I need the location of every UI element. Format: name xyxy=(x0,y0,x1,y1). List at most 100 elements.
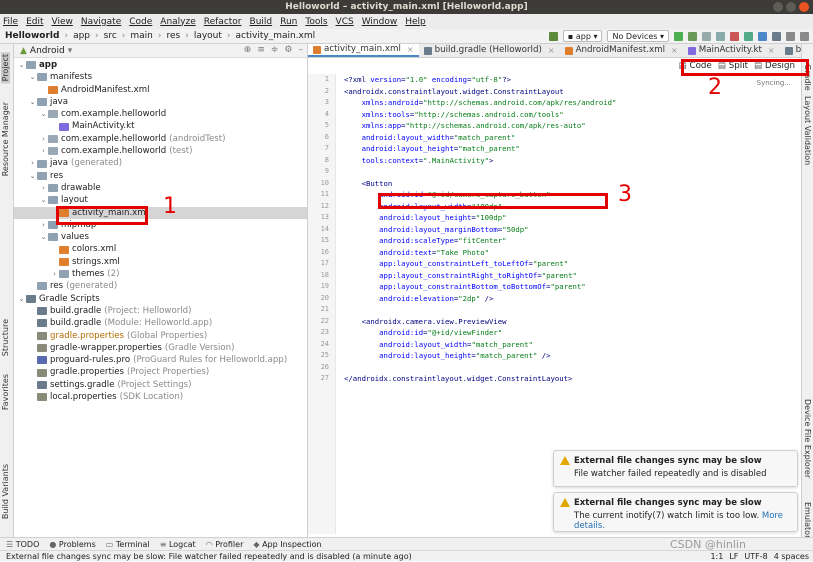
menu-item-view[interactable]: View xyxy=(52,17,73,27)
close-icon[interactable]: × xyxy=(548,44,555,57)
chevron-down-icon[interactable]: ⌄ xyxy=(28,71,37,83)
breadcrumb-item[interactable]: main xyxy=(130,31,153,41)
device-select[interactable]: No Devices ▾ xyxy=(607,30,669,42)
menu-item-tools[interactable]: Tools xyxy=(305,17,327,27)
menu-item-window[interactable]: Window xyxy=(362,17,398,27)
tree-node[interactable]: › java (generated) xyxy=(14,157,307,169)
minimize-button[interactable] xyxy=(773,2,783,12)
search-icon[interactable] xyxy=(786,31,795,41)
chevron-down-icon[interactable]: ⌄ xyxy=(39,231,48,243)
tool-window-structure[interactable]: Structure xyxy=(1,319,10,356)
breadcrumb-item[interactable]: activity_main.xml xyxy=(236,31,316,41)
tool-window-favorites[interactable]: Favorites xyxy=(1,374,10,410)
notification-inotify[interactable]: External file changes sync may be slow T… xyxy=(553,492,798,532)
tree-node[interactable]: ⌄ com.example.helloworld xyxy=(14,108,307,120)
tool-tab-logcat[interactable]: ≡ Logcat xyxy=(160,540,196,549)
tree-node[interactable]: ⌄ values xyxy=(14,231,307,243)
chevron-right-icon[interactable]: › xyxy=(39,182,48,194)
tree-node[interactable]: build.gradle (Project: Helloworld) xyxy=(14,305,307,317)
settings-icon[interactable] xyxy=(800,31,809,41)
attach-icon[interactable] xyxy=(716,31,725,41)
tree-node[interactable]: local.properties (SDK Location) xyxy=(14,391,307,403)
tree-node[interactable]: ⌄ manifests xyxy=(14,71,307,83)
menu-item-vcs[interactable]: VCS xyxy=(336,17,354,27)
tree-node[interactable]: AndroidManifest.xml xyxy=(14,84,307,96)
chevron-down-icon[interactable]: ⌄ xyxy=(39,194,48,206)
chevron-right-icon[interactable]: › xyxy=(28,157,37,169)
stop-icon[interactable] xyxy=(730,31,739,41)
menu-item-code[interactable]: Code xyxy=(129,17,152,27)
hammer-icon[interactable] xyxy=(548,31,558,41)
breadcrumb-item[interactable]: layout xyxy=(194,31,222,41)
editor-tab[interactable]: AndroidManifest.xml × xyxy=(560,44,683,57)
caret-position[interactable]: 1:1 xyxy=(710,551,723,562)
locate-icon[interactable]: ⊕ xyxy=(244,45,252,55)
tree-node[interactable]: MainActivity.kt xyxy=(14,120,307,132)
hide-icon[interactable]: – xyxy=(299,45,304,55)
tool-window-emulator[interactable]: Emulator xyxy=(803,502,812,538)
maximize-button[interactable] xyxy=(786,2,796,12)
tree-node[interactable]: strings.xml xyxy=(14,256,307,268)
debug-icon[interactable] xyxy=(688,31,697,41)
tree-node[interactable]: build.gradle (Module: Helloworld.app) xyxy=(14,317,307,329)
menu-item-file[interactable]: File xyxy=(3,17,18,27)
tree-node[interactable]: › themes (2) xyxy=(14,268,307,280)
tree-node[interactable]: ⌄ app xyxy=(14,59,307,71)
line-separator[interactable]: LF xyxy=(729,551,738,562)
avd-manager-icon[interactable] xyxy=(758,31,767,41)
tool-window-layout-validation[interactable]: Layout Validation xyxy=(803,96,812,165)
gear-icon[interactable]: ⚙ xyxy=(284,45,292,55)
menu-item-help[interactable]: Help xyxy=(405,17,426,27)
sdk-manager-icon[interactable] xyxy=(772,31,781,41)
chevron-right-icon[interactable]: › xyxy=(39,133,48,145)
editor-tab[interactable]: build.g× xyxy=(780,44,801,57)
chevron-down-icon[interactable]: ⌄ xyxy=(28,96,37,108)
editor-tab[interactable]: build.gradle (Helloworld) × xyxy=(419,44,560,57)
menu-item-refactor[interactable]: Refactor xyxy=(204,17,242,27)
tool-tab-problems[interactable]: ● Problems xyxy=(49,540,95,549)
tool-tab-profiler[interactable]: ◠ Profiler xyxy=(206,540,244,549)
close-icon[interactable]: × xyxy=(768,44,775,57)
tree-node[interactable]: gradle.properties (Project Properties) xyxy=(14,366,307,378)
tree-node[interactable]: › com.example.helloworld (androidTest) xyxy=(14,133,307,145)
tree-node[interactable]: › drawable xyxy=(14,182,307,194)
tree-node[interactable]: colors.xml xyxy=(14,243,307,255)
editor-tab[interactable]: activity_main.xml × xyxy=(308,44,419,57)
tool-tab-app-inspection[interactable]: ◆ App Inspection xyxy=(253,540,321,549)
breadcrumb-item[interactable]: res xyxy=(166,31,180,41)
sync-icon[interactable] xyxy=(744,31,753,41)
chevron-down-icon[interactable]: ▾ xyxy=(68,46,73,56)
tree-node[interactable]: ⌄ java xyxy=(14,96,307,108)
tree-node[interactable]: › com.example.helloworld (test) xyxy=(14,145,307,157)
breadcrumb-item[interactable]: app xyxy=(73,31,90,41)
chevron-down-icon[interactable]: ⌄ xyxy=(17,59,26,71)
tree-node[interactable]: ⌄ res xyxy=(14,170,307,182)
tree-node[interactable]: res (generated) xyxy=(14,280,307,292)
chevron-down-icon[interactable]: ⌄ xyxy=(28,170,37,182)
breadcrumb-item[interactable]: Helloworld xyxy=(5,31,59,41)
tool-window-device-file-explorer[interactable]: Device File Explorer xyxy=(803,399,812,478)
chevron-right-icon[interactable]: › xyxy=(39,219,48,231)
menu-item-navigate[interactable]: Navigate xyxy=(81,17,121,27)
tree-node[interactable]: ⌄ Gradle Scripts xyxy=(14,293,307,305)
tree-node[interactable]: proguard-rules.pro (ProGuard Rules for He… xyxy=(14,354,307,366)
menu-item-run[interactable]: Run xyxy=(280,17,297,27)
tool-tab-terminal[interactable]: ▭ Terminal xyxy=(106,540,150,549)
close-button[interactable] xyxy=(799,2,809,12)
close-icon[interactable]: × xyxy=(407,44,414,56)
chevron-down-icon[interactable]: ⌄ xyxy=(17,293,26,305)
status-message[interactable]: External file changes sync may be slow: … xyxy=(6,552,412,561)
indent-setting[interactable]: 4 spaces xyxy=(774,551,809,562)
file-encoding[interactable]: UTF-8 xyxy=(744,551,767,562)
menu-item-edit[interactable]: Edit xyxy=(26,17,43,27)
profile-icon[interactable] xyxy=(702,31,711,41)
chevron-right-icon[interactable]: › xyxy=(50,268,59,280)
chevron-down-icon[interactable]: ⌄ xyxy=(39,108,48,120)
tree-node[interactable]: ⌄ layout xyxy=(14,194,307,206)
code-editor[interactable]: <?xml version="1.0" encoding="utf-8"?> <a… xyxy=(344,74,800,385)
tool-window-project[interactable]: Project xyxy=(1,52,10,84)
tree-node[interactable]: gradle.properties (Global Properties) xyxy=(14,330,307,342)
expand-icon[interactable]: ≑ xyxy=(271,45,279,55)
menu-item-build[interactable]: Build xyxy=(250,17,273,27)
chevron-right-icon[interactable]: › xyxy=(39,145,48,157)
